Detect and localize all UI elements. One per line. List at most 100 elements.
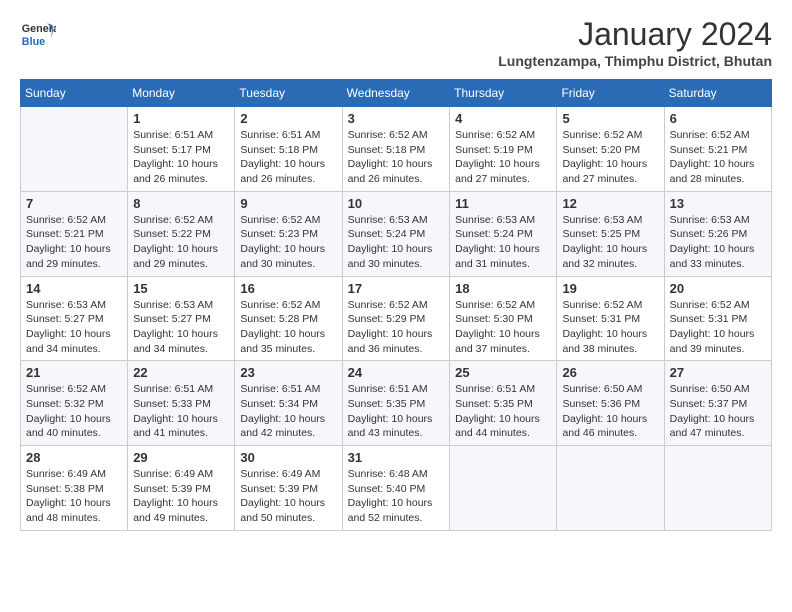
day-number: 9 [240, 196, 336, 211]
calendar-cell [557, 446, 664, 531]
column-header-thursday: Thursday [450, 80, 557, 107]
calendar-cell: 10 Sunrise: 6:53 AM Sunset: 5:24 PM Dayli… [342, 191, 449, 276]
day-number: 6 [670, 111, 766, 126]
calendar-cell: 17 Sunrise: 6:52 AM Sunset: 5:29 PM Dayli… [342, 276, 449, 361]
month-title: January 2024 [498, 16, 772, 53]
location: Lungtenzampa, Thimphu District, Bhutan [498, 53, 772, 69]
logo: General Blue [20, 16, 56, 52]
calendar-cell: 23 Sunrise: 6:51 AM Sunset: 5:34 PM Dayli… [235, 361, 342, 446]
calendar-cell: 22Sunrise: 6:51 AM Sunset: 5:33 PM Dayli… [128, 361, 235, 446]
day-info: Sunrise: 6:52 AM Sunset: 5:21 PM Dayligh… [670, 128, 766, 187]
day-number: 1 [133, 111, 229, 126]
calendar-cell: 4 Sunrise: 6:52 AM Sunset: 5:19 PM Daylig… [450, 107, 557, 192]
day-number: 12 [562, 196, 658, 211]
calendar-cell: 31 Sunrise: 6:48 AM Sunset: 5:40 PM Dayli… [342, 446, 449, 531]
day-info: Sunrise: 6:48 AM Sunset: 5:40 PM Dayligh… [348, 467, 444, 526]
day-info: Sunrise: 6:52 AM Sunset: 5:29 PM Dayligh… [348, 298, 444, 357]
day-number: 31 [348, 450, 444, 465]
day-info: Sunrise: 6:52 AM Sunset: 5:20 PM Dayligh… [562, 128, 658, 187]
day-number: 21 [26, 365, 122, 380]
day-info: Sunrise: 6:52 AM Sunset: 5:18 PM Dayligh… [348, 128, 444, 187]
day-info: Sunrise: 6:53 AM Sunset: 5:26 PM Dayligh… [670, 213, 766, 272]
day-info: Sunrise: 6:52 AM Sunset: 5:19 PM Dayligh… [455, 128, 551, 187]
header-row: SundayMondayTuesdayWednesdayThursdayFrid… [21, 80, 772, 107]
calendar-cell: 27 Sunrise: 6:50 AM Sunset: 5:37 PM Dayli… [664, 361, 771, 446]
day-number: 24 [348, 365, 444, 380]
day-info: Sunrise: 6:53 AM Sunset: 5:24 PM Dayligh… [455, 213, 551, 272]
calendar-cell: 1 Sunrise: 6:51 AM Sunset: 5:17 PM Daylig… [128, 107, 235, 192]
calendar-cell [450, 446, 557, 531]
calendar-cell: 14 Sunrise: 6:53 AM Sunset: 5:27 PM Dayli… [21, 276, 128, 361]
day-info: Sunrise: 6:51 AM Sunset: 5:34 PM Dayligh… [240, 382, 336, 441]
day-number: 27 [670, 365, 766, 380]
calendar-cell: 16Sunrise: 6:52 AM Sunset: 5:28 PM Dayli… [235, 276, 342, 361]
day-number: 3 [348, 111, 444, 126]
day-number: 26 [562, 365, 658, 380]
calendar-cell: 21Sunrise: 6:52 AM Sunset: 5:32 PM Dayli… [21, 361, 128, 446]
calendar-cell: 2Sunrise: 6:51 AM Sunset: 5:18 PM Daylig… [235, 107, 342, 192]
calendar-cell: 8Sunrise: 6:52 AM Sunset: 5:22 PM Daylig… [128, 191, 235, 276]
column-header-wednesday: Wednesday [342, 80, 449, 107]
calendar-cell: 13 Sunrise: 6:53 AM Sunset: 5:26 PM Dayli… [664, 191, 771, 276]
day-info: Sunrise: 6:52 AM Sunset: 5:23 PM Dayligh… [240, 213, 336, 272]
day-info: Sunrise: 6:53 AM Sunset: 5:24 PM Dayligh… [348, 213, 444, 272]
calendar-cell: 11Sunrise: 6:53 AM Sunset: 5:24 PM Dayli… [450, 191, 557, 276]
column-header-saturday: Saturday [664, 80, 771, 107]
column-header-friday: Friday [557, 80, 664, 107]
column-header-sunday: Sunday [21, 80, 128, 107]
page-header: General Blue January 2024 Lungtenzampa, … [20, 16, 772, 69]
day-info: Sunrise: 6:51 AM Sunset: 5:17 PM Dayligh… [133, 128, 229, 187]
day-number: 2 [240, 111, 336, 126]
calendar-cell: 28 Sunrise: 6:49 AM Sunset: 5:38 PM Dayli… [21, 446, 128, 531]
day-number: 18 [455, 281, 551, 296]
logo-icon: General Blue [20, 16, 56, 52]
calendar-cell: 9 Sunrise: 6:52 AM Sunset: 5:23 PM Daylig… [235, 191, 342, 276]
day-info: Sunrise: 6:52 AM Sunset: 5:31 PM Dayligh… [670, 298, 766, 357]
calendar-cell: 24 Sunrise: 6:51 AM Sunset: 5:35 PM Dayli… [342, 361, 449, 446]
day-number: 22 [133, 365, 229, 380]
week-row-2: 7 Sunrise: 6:52 AM Sunset: 5:21 PM Daylig… [21, 191, 772, 276]
day-number: 17 [348, 281, 444, 296]
day-info: Sunrise: 6:52 AM Sunset: 5:21 PM Dayligh… [26, 213, 122, 272]
day-info: Sunrise: 6:49 AM Sunset: 5:38 PM Dayligh… [26, 467, 122, 526]
day-info: Sunrise: 6:51 AM Sunset: 5:35 PM Dayligh… [348, 382, 444, 441]
calendar-cell: 19 Sunrise: 6:52 AM Sunset: 5:31 PM Dayli… [557, 276, 664, 361]
day-number: 4 [455, 111, 551, 126]
column-header-tuesday: Tuesday [235, 80, 342, 107]
week-row-4: 21Sunrise: 6:52 AM Sunset: 5:32 PM Dayli… [21, 361, 772, 446]
day-info: Sunrise: 6:50 AM Sunset: 5:37 PM Dayligh… [670, 382, 766, 441]
day-number: 13 [670, 196, 766, 211]
day-info: Sunrise: 6:53 AM Sunset: 5:27 PM Dayligh… [133, 298, 229, 357]
day-number: 10 [348, 196, 444, 211]
day-number: 23 [240, 365, 336, 380]
day-number: 14 [26, 281, 122, 296]
day-number: 5 [562, 111, 658, 126]
day-number: 28 [26, 450, 122, 465]
day-info: Sunrise: 6:49 AM Sunset: 5:39 PM Dayligh… [240, 467, 336, 526]
day-info: Sunrise: 6:50 AM Sunset: 5:36 PM Dayligh… [562, 382, 658, 441]
calendar-cell: 7 Sunrise: 6:52 AM Sunset: 5:21 PM Daylig… [21, 191, 128, 276]
day-number: 29 [133, 450, 229, 465]
calendar-cell: 26 Sunrise: 6:50 AM Sunset: 5:36 PM Dayli… [557, 361, 664, 446]
day-info: Sunrise: 6:52 AM Sunset: 5:31 PM Dayligh… [562, 298, 658, 357]
day-number: 15 [133, 281, 229, 296]
calendar-cell: 30Sunrise: 6:49 AM Sunset: 5:39 PM Dayli… [235, 446, 342, 531]
svg-text:Blue: Blue [22, 36, 45, 48]
day-number: 7 [26, 196, 122, 211]
calendar-cell: 6 Sunrise: 6:52 AM Sunset: 5:21 PM Daylig… [664, 107, 771, 192]
column-header-monday: Monday [128, 80, 235, 107]
calendar-table: SundayMondayTuesdayWednesdayThursdayFrid… [20, 79, 772, 531]
day-info: Sunrise: 6:52 AM Sunset: 5:28 PM Dayligh… [240, 298, 336, 357]
day-number: 19 [562, 281, 658, 296]
day-info: Sunrise: 6:49 AM Sunset: 5:39 PM Dayligh… [133, 467, 229, 526]
day-info: Sunrise: 6:53 AM Sunset: 5:27 PM Dayligh… [26, 298, 122, 357]
day-info: Sunrise: 6:51 AM Sunset: 5:35 PM Dayligh… [455, 382, 551, 441]
day-info: Sunrise: 6:52 AM Sunset: 5:30 PM Dayligh… [455, 298, 551, 357]
calendar-cell [664, 446, 771, 531]
calendar-cell: 12Sunrise: 6:53 AM Sunset: 5:25 PM Dayli… [557, 191, 664, 276]
day-number: 8 [133, 196, 229, 211]
week-row-5: 28 Sunrise: 6:49 AM Sunset: 5:38 PM Dayli… [21, 446, 772, 531]
title-block: January 2024 Lungtenzampa, Thimphu Distr… [498, 16, 772, 69]
calendar-cell: 18 Sunrise: 6:52 AM Sunset: 5:30 PM Dayli… [450, 276, 557, 361]
day-number: 25 [455, 365, 551, 380]
